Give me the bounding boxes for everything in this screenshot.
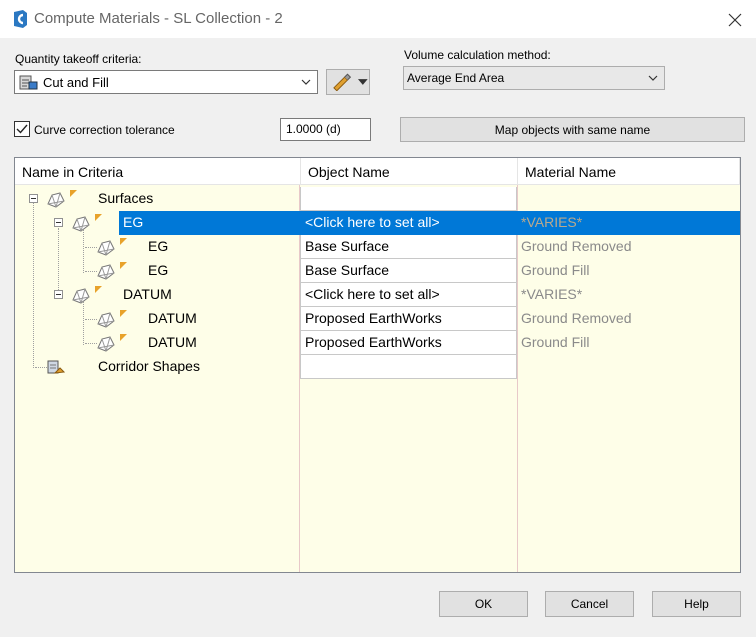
tree-label: DATUM bbox=[148, 334, 197, 350]
checkmark-icon bbox=[16, 124, 28, 134]
curve-tolerance-input[interactable]: 1.0000 (d) bbox=[280, 118, 371, 141]
header-material-name[interactable]: Material Name bbox=[518, 158, 740, 185]
surface-icon bbox=[47, 192, 65, 208]
volume-value: Average End Area bbox=[407, 71, 505, 85]
chevron-down-icon bbox=[358, 79, 369, 85]
collapse-toggle[interactable] bbox=[29, 194, 38, 203]
object-name-cell[interactable] bbox=[300, 355, 517, 379]
surface-icon bbox=[97, 264, 115, 280]
collapse-toggle[interactable] bbox=[54, 218, 63, 227]
criteria-dropdown[interactable]: Cut and Fill bbox=[14, 70, 318, 94]
criteria-label: Quantity takeoff criteria: bbox=[15, 52, 142, 66]
close-button[interactable] bbox=[718, 6, 752, 34]
object-name-cell[interactable]: Proposed EarthWorks bbox=[300, 307, 517, 331]
corridor-shapes-icon bbox=[47, 360, 66, 374]
object-name-cell[interactable]: <Click here to set all> bbox=[300, 211, 517, 235]
collapse-toggle[interactable] bbox=[54, 290, 63, 299]
header-name-in-criteria[interactable]: Name in Criteria bbox=[15, 158, 301, 185]
help-button[interactable]: Help bbox=[652, 591, 741, 617]
materials-grid: Name in Criteria Object Name Material Na… bbox=[14, 157, 741, 573]
tree-label: EG bbox=[148, 238, 169, 254]
criteria-value: Cut and Fill bbox=[43, 74, 109, 90]
map-objects-button[interactable]: Map objects with same name bbox=[400, 117, 745, 142]
volume-dropdown[interactable]: Average End Area bbox=[403, 66, 665, 90]
object-name-cell[interactable] bbox=[300, 187, 517, 211]
surface-icon bbox=[97, 336, 115, 352]
edit-criteria-button[interactable] bbox=[326, 69, 370, 95]
surface-icon bbox=[97, 240, 115, 256]
tree-label: EG bbox=[123, 214, 144, 230]
tree-label: DATUM bbox=[148, 310, 197, 326]
tree-label: Corridor Shapes bbox=[98, 358, 200, 374]
material-name-cell: *VARIES* bbox=[521, 214, 583, 230]
window-title: Compute Materials - SL Collection - 2 bbox=[34, 10, 283, 27]
tree-row-datum-fill[interactable]: DATUM Proposed EarthWorks Ground Fill bbox=[15, 331, 740, 355]
surface-icon bbox=[72, 216, 90, 232]
surface-icon bbox=[72, 288, 90, 304]
material-name-cell: Ground Fill bbox=[521, 262, 590, 278]
civil3d-logo-icon bbox=[14, 10, 27, 28]
tree-label: Surfaces bbox=[98, 190, 154, 206]
tree-label: DATUM bbox=[123, 286, 172, 302]
edit-criteria-icon bbox=[333, 73, 352, 91]
tree-row-datum[interactable]: DATUM <Click here to set all> *VARIES* bbox=[15, 283, 740, 307]
tree-row-eg-fill[interactable]: EG Base Surface Ground Fill bbox=[15, 259, 740, 283]
header-object-name[interactable]: Object Name bbox=[301, 158, 518, 185]
title-bar: Compute Materials - SL Collection - 2 bbox=[0, 0, 756, 38]
close-icon bbox=[728, 13, 742, 27]
material-name-cell: Ground Removed bbox=[521, 238, 632, 254]
material-name-cell: Ground Fill bbox=[521, 334, 590, 350]
tree-label: EG bbox=[148, 262, 169, 278]
surface-icon bbox=[97, 312, 115, 328]
criteria-icon bbox=[19, 75, 38, 90]
ok-button[interactable]: OK bbox=[439, 591, 528, 617]
material-name-cell: Ground Removed bbox=[521, 310, 632, 326]
curve-correction-checkbox[interactable] bbox=[14, 121, 30, 137]
object-name-cell[interactable]: Base Surface bbox=[300, 259, 517, 283]
volume-label: Volume calculation method: bbox=[404, 48, 551, 62]
tree-row-datum-cut[interactable]: DATUM Proposed EarthWorks Ground Removed bbox=[15, 307, 740, 331]
tree-row-eg[interactable]: EG <Click here to set all> *VARIES* bbox=[15, 211, 740, 235]
chevron-down-icon bbox=[301, 79, 311, 85]
tree-row-corridor-shapes[interactable]: Corridor Shapes bbox=[15, 355, 740, 379]
cancel-button[interactable]: Cancel bbox=[545, 591, 634, 617]
curve-correction-label: Curve correction tolerance bbox=[34, 123, 175, 137]
tree-row-surfaces[interactable]: Surfaces bbox=[15, 187, 740, 211]
object-name-cell[interactable]: <Click here to set all> bbox=[300, 283, 517, 307]
object-name-cell[interactable]: Base Surface bbox=[300, 235, 517, 259]
tree-row-eg-cut[interactable]: EG Base Surface Ground Removed bbox=[15, 235, 740, 259]
chevron-down-icon bbox=[648, 75, 658, 81]
material-name-cell: *VARIES* bbox=[521, 286, 583, 302]
object-name-cell[interactable]: Proposed EarthWorks bbox=[300, 331, 517, 355]
